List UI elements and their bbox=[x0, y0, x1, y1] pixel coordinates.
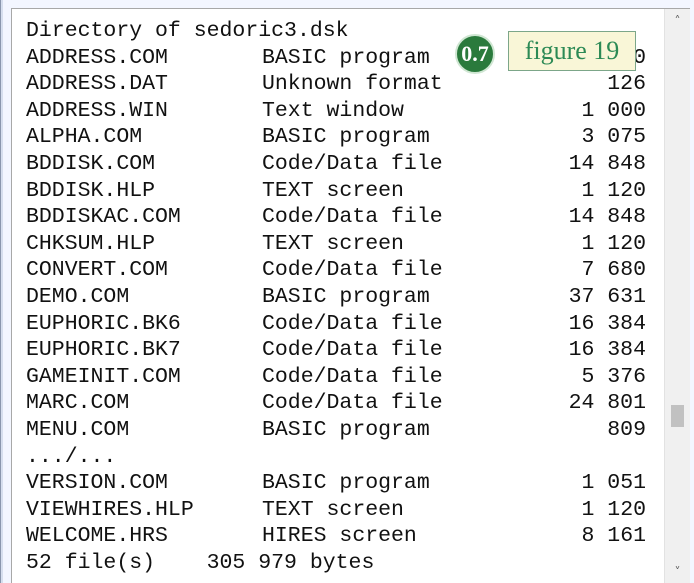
file-size: 809 bbox=[607, 417, 646, 442]
difficulty-badge: 0.7 bbox=[455, 34, 495, 74]
file-row: MARC.COM Code/Data file 24 801 bbox=[26, 390, 646, 417]
file-name: VIEWHIRES.HLP bbox=[26, 497, 194, 522]
file-name: DEMO.COM bbox=[26, 284, 130, 309]
directory-listing: Directory of sedoric3.dsk ADDRESS.COM BAS… bbox=[26, 18, 646, 576]
file-type: BASIC program bbox=[262, 125, 430, 150]
file-type: Unknown format bbox=[262, 72, 443, 97]
figure-label: figure 19 bbox=[508, 31, 636, 71]
file-name: ALPHA.COM bbox=[26, 125, 143, 150]
file-size: 14 848 bbox=[568, 205, 646, 230]
file-row: WELCOME.HRS HIRES screen 8 161 bbox=[26, 523, 646, 550]
scrollbar-thumb[interactable] bbox=[671, 405, 684, 427]
file-row: ALPHA.COM BASIC program 3 075 bbox=[26, 124, 646, 151]
file-row: BDDISK.COM Code/Data file 14 848 bbox=[26, 151, 646, 178]
file-size: 14 848 bbox=[568, 151, 646, 176]
file-row: EUPHORIC.BK6 Code/Data file 16 384 bbox=[26, 311, 646, 338]
file-size: 1 120 bbox=[581, 178, 646, 203]
file-size: 5 376 bbox=[581, 364, 646, 389]
file-type: Code/Data file bbox=[262, 364, 443, 389]
file-row: CONVERT.COM Code/Data file 7 680 bbox=[26, 257, 646, 284]
file-row: VERSION.COM BASIC program 1 051 bbox=[26, 470, 646, 497]
file-type: TEXT screen bbox=[262, 231, 404, 256]
page-edge-line bbox=[0, 0, 1, 583]
file-row: BDDISK.HLP TEXT screen 1 120 bbox=[26, 178, 646, 205]
file-name: BDDISK.COM bbox=[26, 151, 156, 176]
file-type: BASIC program bbox=[262, 45, 430, 70]
file-type: Text window bbox=[262, 98, 404, 123]
file-name: MENU.COM bbox=[26, 417, 130, 442]
file-type: HIRES screen bbox=[262, 524, 417, 549]
file-row: CHKSUM.HLP TEXT screen 1 120 bbox=[26, 231, 646, 258]
file-type: Code/Data file bbox=[262, 205, 443, 230]
file-type: TEXT screen bbox=[262, 178, 404, 203]
file-name: BDDISKAC.COM bbox=[26, 205, 181, 230]
directory-summary-row: 52 file(s) 305 979 bytes bbox=[26, 550, 646, 577]
file-row: ADDRESS.WIN Text window 1 000 bbox=[26, 98, 646, 125]
file-row: BDDISKAC.COM Code/Data file 14 848 bbox=[26, 204, 646, 231]
chevron-up-icon[interactable]: ˄ bbox=[665, 9, 690, 33]
file-size: 1 120 bbox=[581, 497, 646, 522]
file-type: Code/Data file bbox=[262, 311, 443, 336]
file-type: Code/Data file bbox=[262, 151, 443, 176]
file-type: Code/Data file bbox=[262, 338, 443, 363]
file-row: ADDRESS.DAT Unknown format 126 bbox=[26, 71, 646, 98]
file-size: 7 680 bbox=[581, 258, 646, 283]
file-name: MARC.COM bbox=[26, 391, 130, 416]
file-type: BASIC program bbox=[262, 284, 430, 309]
file-name: ADDRESS.DAT bbox=[26, 72, 168, 97]
file-size: 16 384 bbox=[568, 311, 646, 336]
file-name: GAMEINIT.COM bbox=[26, 364, 181, 389]
file-type: Code/Data file bbox=[262, 258, 443, 283]
listing-ellipsis: .../... bbox=[26, 444, 117, 469]
file-name: EUPHORIC.BK7 bbox=[26, 338, 181, 363]
file-type: BASIC program bbox=[262, 417, 430, 442]
file-name: WELCOME.HRS bbox=[26, 524, 168, 549]
listing-ellipsis-row: .../... bbox=[26, 444, 646, 471]
file-name: CHKSUM.HLP bbox=[26, 231, 156, 256]
directory-window: Directory of sedoric3.dsk ADDRESS.COM BAS… bbox=[11, 8, 690, 583]
file-size: 1 120 bbox=[581, 231, 646, 256]
file-size: 1 000 bbox=[581, 98, 646, 123]
file-size: 37 631 bbox=[568, 284, 646, 309]
directory-summary: 52 file(s) 305 979 bytes bbox=[26, 550, 375, 575]
file-row: DEMO.COM BASIC program 37 631 bbox=[26, 284, 646, 311]
file-name: ADDRESS.COM bbox=[26, 45, 168, 70]
file-name: VERSION.COM bbox=[26, 471, 168, 496]
chevron-down-icon[interactable]: ˅ bbox=[665, 560, 690, 583]
directory-header-text: Directory of sedoric3.dsk bbox=[26, 19, 349, 43]
file-size: 1 051 bbox=[581, 471, 646, 496]
file-type: Code/Data file bbox=[262, 391, 443, 416]
file-name: EUPHORIC.BK6 bbox=[26, 311, 181, 336]
file-row: MENU.COM BASIC program 809 bbox=[26, 417, 646, 444]
file-row: VIEWHIRES.HLP TEXT screen 1 120 bbox=[26, 497, 646, 524]
file-size: 3 075 bbox=[581, 125, 646, 150]
file-size: 16 384 bbox=[568, 338, 646, 363]
file-size: 8 161 bbox=[581, 524, 646, 549]
file-name: ADDRESS.WIN bbox=[26, 98, 168, 123]
file-row: GAMEINIT.COM Code/Data file 5 376 bbox=[26, 364, 646, 391]
vertical-scrollbar[interactable]: ˄ ˅ bbox=[664, 9, 690, 583]
file-type: BASIC program bbox=[262, 471, 430, 496]
file-size: 24 801 bbox=[568, 391, 646, 416]
file-type: TEXT screen bbox=[262, 497, 404, 522]
file-name: CONVERT.COM bbox=[26, 258, 168, 283]
file-name: BDDISK.HLP bbox=[26, 178, 156, 203]
file-row: EUPHORIC.BK7 Code/Data file 16 384 bbox=[26, 337, 646, 364]
file-size: 126 bbox=[607, 72, 646, 97]
